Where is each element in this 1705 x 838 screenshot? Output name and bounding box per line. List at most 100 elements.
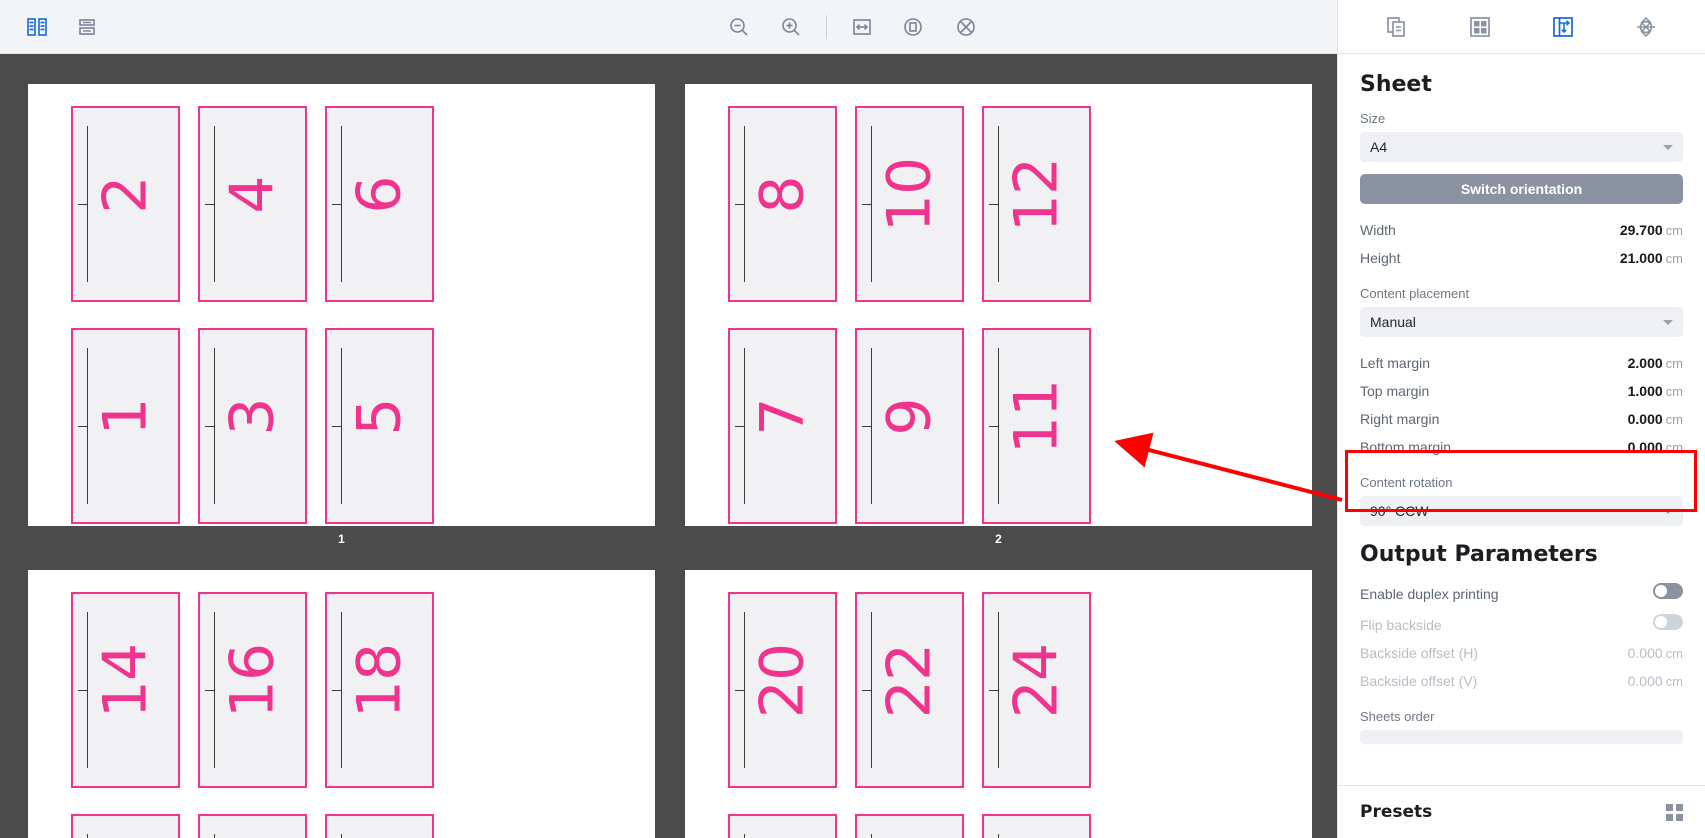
- enable-duplex-toggle[interactable]: [1653, 583, 1683, 599]
- sheet[interactable]: 8 10 12 7 9 11: [685, 84, 1312, 526]
- page-thumbnail[interactable]: 9: [855, 328, 964, 524]
- page-thumbnail[interactable]: 3: [198, 328, 307, 524]
- sheets-order-select[interactable]: [1360, 730, 1683, 744]
- actual-size-icon[interactable]: [949, 10, 983, 44]
- page-thumbnail[interactable]: 24: [982, 592, 1091, 788]
- content-guide-line: [998, 834, 999, 838]
- zoom-out-icon[interactable]: [722, 10, 756, 44]
- page-thumbnail[interactable]: 21: [855, 814, 964, 838]
- width-value: 29.700: [1619, 222, 1663, 238]
- margin-value-group: 0.000 cm: [1628, 439, 1683, 455]
- page-thumbnail[interactable]: 8: [728, 106, 837, 302]
- sheet-wrapper[interactable]: 1416181315173: [28, 570, 655, 838]
- page-thumbnail[interactable]: 12: [982, 106, 1091, 302]
- fit-width-icon[interactable]: [845, 10, 879, 44]
- page-thumbnail[interactable]: 22: [855, 592, 964, 788]
- page-number: 12: [1001, 157, 1072, 233]
- output-section-title: Output Parameters: [1360, 542, 1598, 567]
- toolbar-left-group: [0, 10, 104, 44]
- page-number: 3: [217, 398, 288, 436]
- sheet-wrapper[interactable]: 2022241921234: [685, 570, 1312, 838]
- fit-page-icon[interactable]: [897, 10, 931, 44]
- sheet[interactable]: 20 22 24 19 21 23: [685, 570, 1312, 838]
- page-thumbnail[interactable]: 4: [198, 106, 307, 302]
- margin-value-group: 0.000 cm: [1628, 411, 1683, 427]
- content-placement-value: Manual: [1370, 314, 1416, 330]
- sheet-wrapper[interactable]: 2 4 6 1 3 5 1: [28, 84, 655, 546]
- page-thumbnail[interactable]: 7: [728, 328, 837, 524]
- content-guide-line: [214, 834, 215, 838]
- page-thumbnail[interactable]: 2: [71, 106, 180, 302]
- sheet-section-title: Sheet: [1360, 72, 1432, 97]
- page-number: 1: [90, 398, 161, 436]
- size-select-value: A4: [1370, 139, 1388, 155]
- main-body: 2461351810127911214161813151732022241921…: [0, 54, 1705, 838]
- page-thumbnail[interactable]: 20: [728, 592, 837, 788]
- page-thumbnail[interactable]: 18: [325, 592, 434, 788]
- content-guide-line: [87, 834, 88, 838]
- size-select[interactable]: A4: [1360, 132, 1683, 162]
- page-thumbnail[interactable]: 14: [71, 592, 180, 788]
- page-number: 10: [874, 157, 945, 233]
- margin-row: Bottom margin 0.000 cm: [1360, 433, 1683, 461]
- margin-value-group: 1.000 cm: [1628, 383, 1683, 399]
- save-icon[interactable]: [70, 10, 104, 44]
- page-number: 18: [344, 643, 415, 719]
- enable-duplex-row: Enable duplex printing: [1360, 577, 1683, 608]
- backside-offset-h-row: Backside offset (H) 0.000 cm: [1360, 639, 1683, 667]
- page-thumbnail[interactable]: 19: [728, 814, 837, 838]
- flip-backside-label: Flip backside: [1360, 617, 1442, 633]
- content-rotation-select[interactable]: 90° CCW: [1360, 496, 1683, 526]
- page-thumbnail[interactable]: 16: [198, 592, 307, 788]
- pages-tab[interactable]: [1377, 7, 1417, 47]
- page-thumbnail[interactable]: 15: [198, 814, 307, 838]
- properties-panel-scroll[interactable]: Sheet Size A4 Switch orientation Width 2…: [1338, 54, 1705, 785]
- page-thumbnail[interactable]: 10: [855, 106, 964, 302]
- page-number: 5: [344, 398, 415, 436]
- height-value: 21.000: [1619, 250, 1663, 266]
- marks-tab[interactable]: [1626, 7, 1666, 47]
- height-label: Height: [1360, 250, 1401, 266]
- page-number: 16: [217, 643, 288, 719]
- backside-offset-v-value: 0.000: [1627, 673, 1663, 689]
- zoom-in-icon[interactable]: [774, 10, 808, 44]
- top-toolbar: Generate PDF: [0, 0, 1705, 54]
- flip-backside-toggle[interactable]: [1653, 614, 1683, 630]
- page-grid: 20 22 24 19 21 23: [728, 592, 1091, 838]
- sheet-wrapper[interactable]: 8 10 12 7 9 11 2: [685, 84, 1312, 546]
- switch-orientation-button[interactable]: Switch orientation: [1360, 174, 1683, 204]
- two-page-spread-icon[interactable]: [20, 10, 54, 44]
- page-thumbnail[interactable]: 6: [325, 106, 434, 302]
- sheet[interactable]: 14 16 18 13 15 17: [28, 570, 655, 838]
- page-number: 7: [747, 398, 818, 436]
- toggle-knob: [1655, 585, 1667, 597]
- presets-grid-icon[interactable]: [1666, 803, 1683, 821]
- panel-tab-strip: [1337, 0, 1705, 54]
- page-grid: 14 16 18 13 15 17: [71, 592, 434, 838]
- page-thumbnail[interactable]: 17: [325, 814, 434, 838]
- margin-label: Left margin: [1360, 355, 1431, 371]
- sheet-preview-canvas[interactable]: 2461351810127911214161813151732022241921…: [0, 54, 1337, 838]
- toggle-knob: [1655, 616, 1667, 628]
- page-number: 14: [90, 643, 161, 719]
- margins-list: Left margin 2.000 cm Top margin 1.000 cm Right…: [1360, 349, 1683, 461]
- sheet[interactable]: 2 4 6 1 3 5: [28, 84, 655, 526]
- width-row: Width 29.700 cm: [1360, 216, 1683, 244]
- page-thumbnail[interactable]: 11: [982, 328, 1091, 524]
- page-number: 11: [1001, 379, 1072, 455]
- backside-offset-v-row: Backside offset (V) 0.000 cm: [1360, 667, 1683, 695]
- page-thumbnail[interactable]: 13: [71, 814, 180, 838]
- page-thumbnail[interactable]: 1: [71, 328, 180, 524]
- chevron-down-icon: [1663, 320, 1673, 325]
- page-number: 20: [747, 643, 818, 719]
- margin-value-group: 2.000 cm: [1628, 355, 1683, 371]
- layout-tab[interactable]: [1460, 7, 1500, 47]
- chevron-down-icon: [1663, 509, 1673, 514]
- page-thumbnail[interactable]: 5: [325, 328, 434, 524]
- content-guide-line: [341, 834, 342, 838]
- sheet-tab[interactable]: [1543, 7, 1583, 47]
- content-placement-select[interactable]: Manual: [1360, 307, 1683, 337]
- page-thumbnail[interactable]: 23: [982, 814, 1091, 838]
